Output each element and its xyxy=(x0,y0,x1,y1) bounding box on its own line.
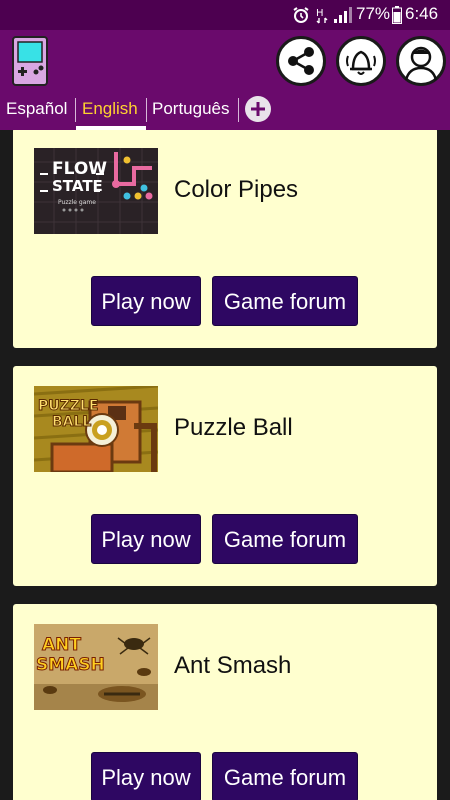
thumb-text: PUZZLE xyxy=(38,398,98,414)
plus-circle-icon[interactable] xyxy=(245,96,271,122)
game-thumbnail[interactable]: PUZZLE BALL xyxy=(34,386,158,472)
bell-ringing-icon xyxy=(346,50,376,75)
user-avatar-icon xyxy=(404,46,438,81)
game-forum-button[interactable]: Game forum xyxy=(212,752,358,800)
data-transfer-icon: H xyxy=(316,8,328,24)
game-card: FLOW STATE Puzzle game Color Pipes Play … xyxy=(13,130,437,348)
thumb-text: Puzzle game xyxy=(58,199,96,206)
game-list[interactable]: FLOW STATE Puzzle game Color Pipes Play … xyxy=(0,130,450,800)
game-forum-button[interactable]: Game forum xyxy=(212,276,358,326)
game-title: Ant Smash xyxy=(174,652,292,679)
thumb-text: FLOW xyxy=(52,159,107,179)
status-bar: H 77% 6:46 xyxy=(0,0,450,30)
share-icon xyxy=(288,47,314,75)
thumb-text: STATE xyxy=(52,177,103,195)
profile-button[interactable] xyxy=(396,36,446,86)
play-now-button[interactable]: Play now xyxy=(91,514,201,564)
tab-english[interactable]: English xyxy=(82,94,138,128)
thumb-text: BALL xyxy=(52,414,91,430)
game-title: Puzzle Ball xyxy=(174,414,293,441)
signal-icon xyxy=(334,7,352,23)
game-thumbnail[interactable]: ANT SMASH xyxy=(34,624,158,710)
battery-percent: 77% xyxy=(356,4,391,23)
game-forum-button[interactable]: Game forum xyxy=(212,514,358,564)
tab-espanol[interactable]: Español xyxy=(6,94,67,128)
share-button[interactable] xyxy=(276,36,326,86)
game-card: ANT SMASH Ant Smash Play now Game forum xyxy=(13,604,437,800)
play-now-button[interactable]: Play now xyxy=(91,752,201,800)
play-now-button[interactable]: Play now xyxy=(91,276,201,326)
notifications-button[interactable] xyxy=(336,36,386,86)
svg-text:H: H xyxy=(316,8,324,19)
thumb-text: ANT xyxy=(42,635,81,655)
game-title: Color Pipes xyxy=(174,176,299,203)
clock: 6:46 xyxy=(405,4,439,23)
tab-divider xyxy=(238,98,239,122)
tab-divider xyxy=(146,98,147,122)
handheld-console-icon[interactable] xyxy=(12,36,48,86)
language-tabs: Español English Português xyxy=(0,94,450,128)
tab-divider xyxy=(75,98,76,122)
tab-portugues[interactable]: Português xyxy=(152,94,230,128)
game-thumbnail[interactable]: FLOW STATE Puzzle game xyxy=(34,148,158,234)
alarm-icon xyxy=(293,7,309,23)
thumb-text: SMASH xyxy=(36,655,105,675)
game-card: PUZZLE BALL Puzzle Ball Play now Game fo… xyxy=(13,366,437,586)
battery-icon xyxy=(392,6,402,24)
